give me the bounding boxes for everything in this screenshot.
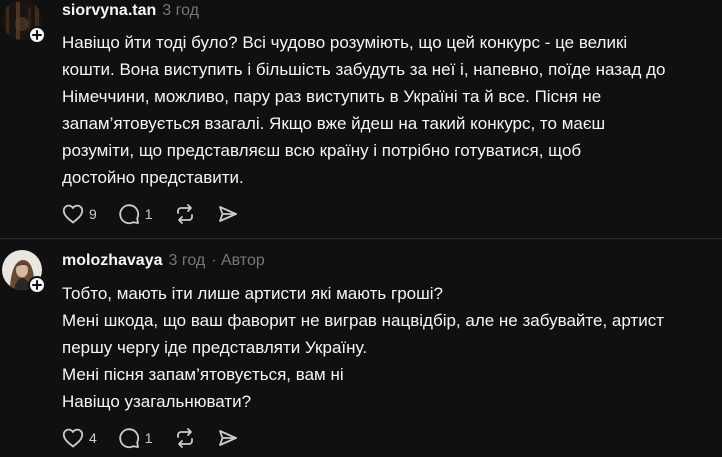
comment-header: molozhavaya 3 год · Автор [62,252,265,272]
text-line: Німеччини, можливо, пару раз виступить в… [62,87,602,106]
text-line: розуміти, що представляєш всю країну і п… [62,141,582,160]
divider [0,238,722,239]
timestamp[interactable]: 3 год [168,252,205,270]
comment-text: Навіщо йти тоді було? Всі чудово розумію… [62,29,716,191]
reply-button[interactable]: 1 [118,203,153,225]
comment-bubble-icon [119,204,139,225]
action-bar: 4 1 [62,426,260,450]
action-bar: 9 1 [62,202,260,226]
text-line: Мені пісня запам’ятовується, вам ні [62,365,344,384]
text-line: кошти. Вона виступить і більшість забуду… [62,60,666,79]
heart-icon [62,204,84,224]
follow-button[interactable] [28,26,46,44]
text-line: першу чергу іде представляти Україну. [62,338,368,357]
send-icon [218,206,237,222]
comment-header: siorvyna.tan 3 год [62,2,199,22]
repost-button[interactable] [174,203,196,225]
repost-icon [176,428,193,448]
timestamp[interactable]: 3 год [162,2,199,20]
text-line: Тобто, мають іти лише артисти які мають … [62,284,443,303]
plus-icon [32,280,42,290]
reply-button[interactable]: 1 [118,427,153,449]
share-button[interactable] [217,203,239,225]
username[interactable]: siorvyna.tan [62,2,156,20]
avatar-2-wrap[interactable] [2,250,46,294]
reply-count: 1 [144,206,153,222]
send-icon [218,430,237,446]
repost-button[interactable] [174,427,196,449]
comment-1: siorvyna.tan 3 год Навіщо йти тоді було?… [0,0,722,238]
text-line: Навіщо йти тоді було? Всі чудово розумію… [62,33,628,52]
plus-icon [32,30,42,40]
like-count: 4 [89,430,97,446]
username[interactable]: molozhavaya [62,252,162,270]
comment-bubble-icon [119,428,139,449]
avatar-1-wrap[interactable] [2,0,46,44]
comment-text: Тобто, мають іти лише артисти які мають … [62,280,716,415]
text-line: Навіщо узагальнювати? [62,392,252,411]
text-line: Мені шкода, що ваш фаворит не виграв нац… [62,311,664,330]
text-line: достойно представити. [62,168,244,187]
follow-button[interactable] [28,276,46,294]
heart-icon [62,428,84,448]
text-line: запам’ятовується взагалі. Якщо вже йдеш … [62,114,606,133]
reply-count: 1 [144,430,153,446]
comment-2: molozhavaya 3 год · Автор Тобто, мають і… [0,250,722,457]
like-count: 9 [89,206,97,222]
repost-icon [176,204,193,224]
author-tag: · Автор [211,252,265,269]
share-button[interactable] [217,427,239,449]
like-button[interactable]: 9 [62,204,97,224]
like-button[interactable]: 4 [62,428,97,448]
